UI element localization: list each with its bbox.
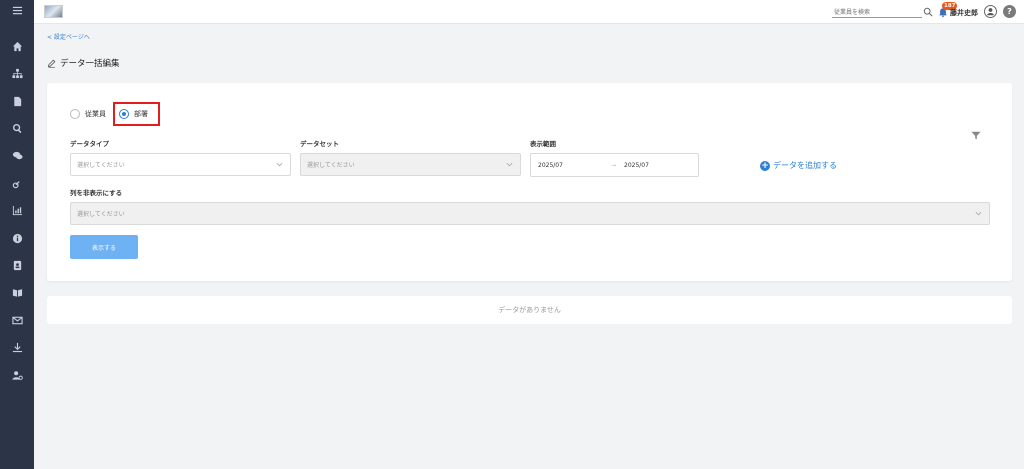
dataset-placeholder: 選択してください <box>307 162 355 169</box>
user-name[interactable]: 藤井史郎 <box>950 8 978 18</box>
edit-icon <box>48 59 56 68</box>
data-type-label: データタイプ <box>70 140 109 148</box>
search-icon[interactable] <box>923 7 933 17</box>
book-icon[interactable] <box>0 282 34 302</box>
show-button[interactable]: 表示する <box>70 235 138 259</box>
bulk-edit-form-card: 従業員 部署 データタイプ 選択してください データセット 選択してください 表… <box>47 83 1012 281</box>
data-type-select[interactable]: 選択してください <box>70 153 291 176</box>
key-icon[interactable] <box>0 173 34 193</box>
hide-columns-label: 列を非表示にする <box>70 189 123 197</box>
radio-employee-label: 従業員 <box>85 110 106 118</box>
dataset-label: データセット <box>300 140 339 148</box>
display-range-label: 表示範囲 <box>530 140 556 148</box>
page-title-text: データ一括編集 <box>60 59 120 69</box>
breadcrumb-back-to-settings[interactable]: < 設定ページへ <box>47 32 90 41</box>
hide-columns-placeholder: 選択してください <box>77 211 125 218</box>
chat-icon[interactable] <box>0 145 34 165</box>
chevron-down-icon <box>975 211 982 216</box>
chart-icon[interactable] <box>0 200 34 220</box>
download-icon[interactable] <box>0 337 34 357</box>
highlight-box <box>113 102 160 126</box>
data-type-placeholder: 選択してください <box>77 162 125 169</box>
radio-employee-circle[interactable] <box>70 109 80 119</box>
document-icon[interactable] <box>0 91 34 111</box>
company-logo[interactable] <box>44 5 63 18</box>
range-arrow-icon: → <box>611 162 617 169</box>
employee-search-input[interactable] <box>832 7 922 18</box>
empty-message: データがありません <box>498 306 561 314</box>
display-range-picker[interactable]: 2025/07 → 2025/07 <box>530 153 699 177</box>
sidebar <box>0 0 34 469</box>
dataset-select[interactable]: 選択してください <box>300 153 521 176</box>
add-data-button[interactable]: + データを追加する <box>760 160 837 171</box>
range-start: 2025/07 <box>538 162 563 169</box>
filter-icon[interactable] <box>971 131 981 140</box>
range-end: 2025/07 <box>624 162 649 169</box>
menu-icon[interactable] <box>0 0 34 20</box>
chevron-down-icon <box>276 162 283 167</box>
radio-employee[interactable]: 従業員 <box>70 109 106 119</box>
hide-columns-select[interactable]: 選択してください <box>70 202 990 225</box>
page-title: データ一括編集 <box>47 57 120 69</box>
home-icon[interactable] <box>0 36 34 56</box>
search-icon[interactable] <box>0 118 34 138</box>
chevron-down-icon <box>506 162 513 167</box>
org-chart-icon[interactable] <box>0 63 34 83</box>
user-icon <box>987 8 994 16</box>
results-card: データがありません <box>47 296 1012 324</box>
top-header: 187 藤井史郎 ? <box>34 0 1024 24</box>
help-icon[interactable]: ? <box>1003 5 1016 18</box>
plus-circle-icon: + <box>760 160 770 171</box>
add-data-label: データを追加する <box>773 161 837 170</box>
info-icon[interactable] <box>0 228 34 248</box>
avatar[interactable] <box>984 5 997 18</box>
contacts-icon[interactable] <box>0 255 34 275</box>
user-settings-icon[interactable] <box>0 365 34 385</box>
mail-icon[interactable] <box>0 310 34 330</box>
